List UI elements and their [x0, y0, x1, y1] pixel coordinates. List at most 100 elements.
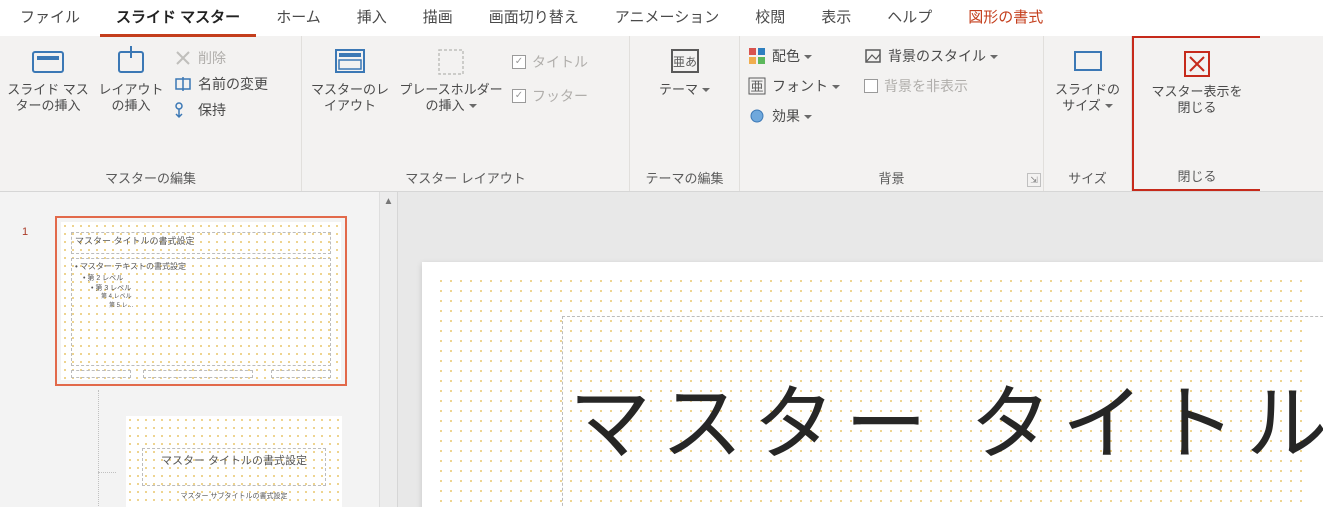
group-background: 配色 亜 フォント 効果 背景のスタイル 背景を非表示 [740, 36, 1044, 191]
thumbnail-slide-master[interactable]: マスター タイトルの書式設定 • マスター テキストの書式設定 • 第 2 レベ… [55, 216, 347, 386]
group-edit-theme: 亜あ テーマ テーマの編集 [630, 36, 740, 191]
close-master-view-button[interactable]: マスター表示を閉じる [1147, 42, 1247, 117]
delete-label: 削除 [198, 48, 226, 68]
tab-insert[interactable]: 挿入 [341, 0, 403, 37]
rename-label: 名前の変更 [198, 74, 268, 94]
checkbox-icon: ✓ [512, 55, 526, 69]
footer-checkbox-label: フッター [532, 86, 588, 106]
branch-line [98, 472, 116, 473]
svg-text:亜あ: 亜あ [672, 55, 696, 69]
group-master-layout: マスターのレイアウト プレースホルダーの挿入 ✓ タイトル ✓ フッター マスタ… [302, 36, 630, 191]
bg-styles-label: 背景のスタイル [888, 46, 998, 66]
fonts-label: フォント [772, 76, 840, 96]
slide-master-icon [30, 44, 66, 80]
svg-text:亜: 亜 [750, 79, 763, 94]
rename-icon [174, 75, 192, 93]
preserve-label: 保持 [198, 100, 226, 120]
scroll-up-arrow[interactable]: ▲ [380, 192, 397, 210]
thumbnail-layout-title[interactable]: マスター タイトルの書式設定 マスター サブタイトルの書式設定 [120, 410, 348, 507]
footer-checkbox: ✓ フッター [510, 84, 590, 108]
title-placeholder-text: マスター タイトルの [569, 357, 1323, 476]
ribbon-groups: スライド マスターの挿入 レイアウトの挿入 削除 名前の変更 保持 [0, 36, 1323, 192]
insert-placeholder-icon [433, 44, 469, 80]
tab-review[interactable]: 校閲 [739, 0, 801, 37]
thumb-master-title: マスター タイトルの書式設定 [75, 236, 195, 248]
background-dialog-launcher[interactable] [1027, 173, 1041, 187]
bg-styles-icon [864, 47, 882, 65]
effects-label: 効果 [772, 106, 812, 126]
tab-draw[interactable]: 描画 [407, 0, 469, 37]
themes-button[interactable]: 亜あ テーマ [650, 40, 720, 98]
thumbnail-number: 1 [22, 226, 28, 238]
insert-layout-label: レイアウトの挿入 [94, 82, 168, 115]
thumb-layout1-subtitle: マスター サブタイトルの書式設定 [122, 492, 346, 501]
branch-line [98, 390, 99, 507]
colors-icon [748, 47, 766, 65]
thumb-body-l5: 第 5 レ… [109, 303, 134, 311]
group-size: スライドのサイズ サイズ [1044, 36, 1132, 191]
checkbox-icon: ✓ [512, 89, 526, 103]
rename-button[interactable]: 名前の変更 [172, 72, 270, 96]
tab-slide-master[interactable]: スライド マスター [100, 0, 256, 37]
tab-shape-format[interactable]: 図形の書式 [952, 0, 1059, 37]
thumb-body-l2: • 第 2 レベル [83, 274, 123, 283]
slide: マスター タイトルの [422, 262, 1323, 507]
insert-layout-icon [113, 44, 149, 80]
title-checkbox-label: タイトル [532, 52, 588, 72]
tab-animations[interactable]: アニメーション [599, 0, 735, 37]
slide-canvas[interactable]: マスター タイトルの [398, 192, 1323, 507]
tab-file[interactable]: ファイル [4, 0, 96, 37]
slide-size-icon [1070, 44, 1106, 80]
delete-button: 削除 [172, 46, 270, 70]
group-edit-master: スライド マスターの挿入 レイアウトの挿入 削除 名前の変更 保持 [0, 36, 302, 191]
themes-label: テーマ [659, 82, 710, 98]
group-background-label: 背景 [746, 164, 1037, 191]
title-placeholder[interactable]: マスター タイトルの [562, 316, 1323, 507]
thumbnail-strip: ▲ 1 マスター タイトルの書式設定 • マスター テキストの書式設定 • 第 … [0, 192, 398, 507]
scrollbar-vertical[interactable]: ▲ [379, 192, 397, 507]
master-layout-icon [332, 44, 368, 80]
tab-view[interactable]: 表示 [805, 0, 867, 37]
slide-size-label: スライドのサイズ [1050, 82, 1125, 115]
preserve-icon [174, 101, 192, 119]
background-styles-button[interactable]: 背景のスタイル [862, 44, 1000, 68]
thumb-body-l3: • 第 3 レベル [91, 284, 131, 293]
thumb-body-l4: 第 4 レベル [101, 294, 132, 302]
close-icon [1179, 46, 1215, 82]
slide-size-button[interactable]: スライドのサイズ [1050, 40, 1125, 115]
group-master-layout-label: マスター レイアウト [308, 164, 623, 191]
thumb-layout1-title: マスター タイトルの書式設定 [122, 454, 346, 468]
group-size-label: サイズ [1050, 164, 1125, 191]
hide-bg-label: 背景を非表示 [884, 76, 968, 96]
effects-icon [748, 107, 766, 125]
effects-button[interactable]: 効果 [746, 104, 842, 128]
insert-slide-master-label: スライド マスターの挿入 [6, 82, 90, 115]
insert-slide-master-button[interactable]: スライド マスターの挿入 [6, 40, 90, 115]
group-edit-master-label: マスターの編集 [6, 164, 295, 191]
master-layout-button[interactable]: マスターのレイアウト [308, 40, 392, 115]
tab-transitions[interactable]: 画面切り替え [473, 0, 595, 37]
editor-area: ▲ 1 マスター タイトルの書式設定 • マスター テキストの書式設定 • 第 … [0, 192, 1323, 507]
colors-label: 配色 [772, 46, 812, 66]
delete-icon [174, 49, 192, 67]
tab-help[interactable]: ヘルプ [871, 0, 948, 37]
fonts-button[interactable]: 亜 フォント [746, 74, 842, 98]
checkbox-icon [864, 79, 878, 93]
insert-placeholder-button: プレースホルダーの挿入 [396, 40, 506, 115]
group-close: マスター表示を閉じる 閉じる [1132, 36, 1260, 191]
preserve-button[interactable]: 保持 [172, 98, 270, 122]
themes-icon: 亜あ [667, 44, 703, 80]
master-layout-label: マスターのレイアウト [308, 82, 392, 115]
group-close-label: 閉じる [1140, 162, 1254, 189]
hide-bg-checkbox: 背景を非表示 [862, 74, 1000, 98]
thumb-body-l1: • マスター テキストの書式設定 [75, 262, 186, 272]
close-master-view-label: マスター表示を閉じる [1147, 84, 1247, 117]
insert-placeholder-label: プレースホルダーの挿入 [396, 82, 506, 115]
tab-home[interactable]: ホーム [260, 0, 337, 37]
ribbon-tabs: ファイル スライド マスター ホーム 挿入 描画 画面切り替え アニメーション … [0, 0, 1323, 36]
insert-layout-button[interactable]: レイアウトの挿入 [94, 40, 168, 115]
fonts-icon: 亜 [748, 77, 766, 95]
group-edit-theme-label: テーマの編集 [636, 164, 733, 191]
title-checkbox: ✓ タイトル [510, 50, 590, 74]
colors-button[interactable]: 配色 [746, 44, 842, 68]
